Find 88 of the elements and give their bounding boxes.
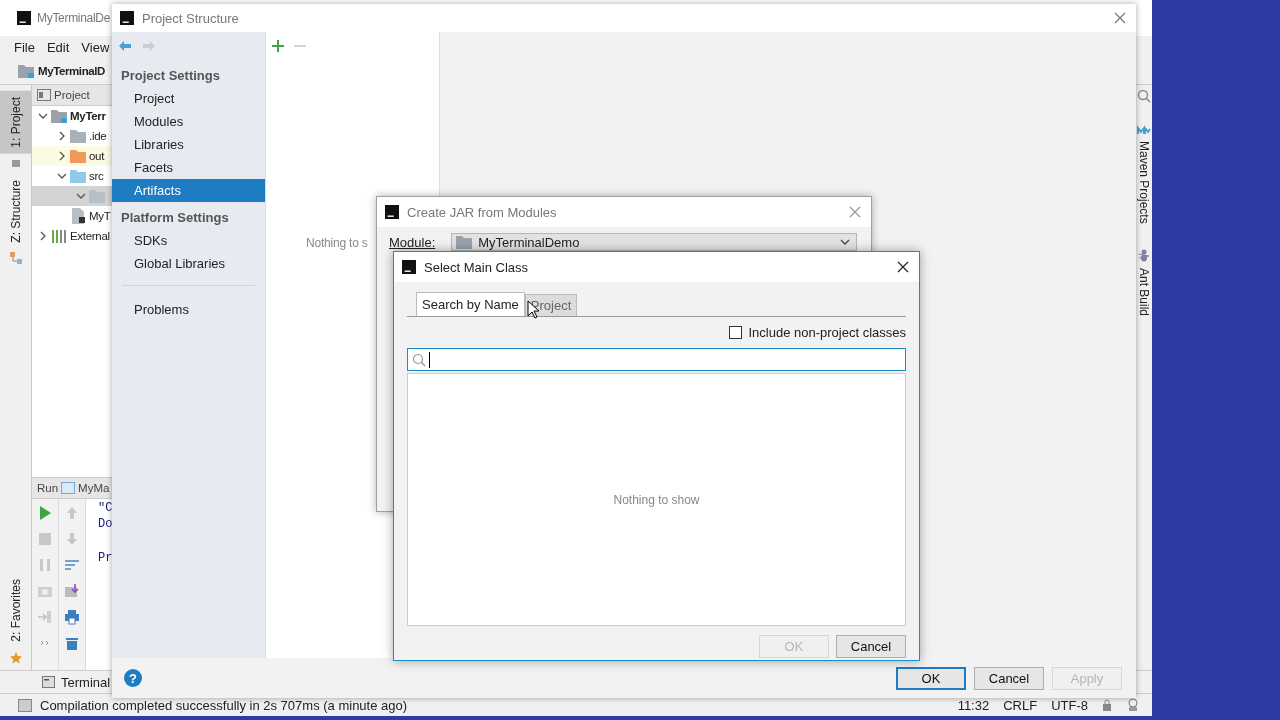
app-logo-icon — [385, 205, 399, 219]
sidebar-item[interactable]: Global Libraries — [112, 252, 265, 275]
project-view-icon — [37, 89, 51, 101]
print-icon[interactable] — [64, 609, 80, 625]
ant-icon — [1138, 247, 1150, 262]
tree-row[interactable]: .ide — [32, 126, 112, 146]
inspector-icon[interactable] — [1126, 698, 1140, 712]
section-header: Project Settings — [120, 67, 221, 85]
run-icon[interactable] — [37, 505, 53, 521]
console-line: Do — [98, 517, 113, 531]
sidebar-item[interactable]: Libraries — [112, 133, 265, 156]
tab[interactable]: Search by Name — [416, 292, 525, 316]
sidebar-item[interactable]: Modules — [112, 110, 265, 133]
tool-window-tab[interactable]: Maven Projects — [1137, 141, 1151, 224]
app-logo-icon — [402, 260, 416, 274]
menu-item[interactable]: File — [10, 39, 39, 55]
sidebar-item[interactable]: SDKs — [112, 229, 265, 252]
tree-label: MyT — [89, 210, 111, 222]
terminal-icon — [42, 676, 55, 688]
tool-window-tab[interactable]: 1: Project — [0, 91, 31, 154]
empty-message: Nothing to s — [306, 236, 368, 250]
line-separator[interactable]: CRLF — [1003, 697, 1038, 713]
module-dropdown[interactable]: MyTerminalDemo — [451, 233, 857, 251]
text-cursor — [429, 351, 430, 368]
caret-position[interactable]: 11:32 — [957, 697, 990, 713]
window-icon — [61, 482, 76, 494]
search-field[interactable] — [407, 348, 906, 371]
console-line: "C — [98, 501, 113, 515]
chevron-icon[interactable] — [38, 231, 48, 241]
tool-window-tab[interactable]: Terminal — [61, 674, 111, 690]
checkbox[interactable] — [729, 325, 743, 339]
exit-icon[interactable] — [37, 609, 53, 625]
field-label: Module: — [389, 234, 436, 250]
help-button[interactable]: ? — [124, 669, 142, 687]
tree-label: out — [89, 150, 105, 162]
status-message: Compilation completed successfully in 2s 707ms (a minute ago) — [40, 697, 408, 713]
tree-row[interactable]: External — [32, 226, 112, 246]
dialog-title: Create JAR from Modules — [407, 204, 557, 220]
window-title: MyTerminalDe — [37, 11, 111, 25]
panel-title: Project — [54, 89, 90, 101]
console-line: Pr — [98, 551, 113, 565]
tree-label: MyTerr — [70, 110, 106, 122]
breadcrumb[interactable]: MyTerminalD — [38, 65, 105, 77]
add-icon[interactable] — [272, 40, 284, 52]
star-icon — [9, 652, 22, 664]
tree-row[interactable]: MyT — [32, 206, 112, 226]
tree-label: .ide — [89, 130, 107, 142]
status-toggle-icon[interactable] — [18, 698, 32, 712]
tree-row[interactable]: src — [32, 166, 112, 186]
dialog-title: Select Main Class — [424, 259, 529, 275]
app-logo-icon — [120, 11, 134, 25]
sidebar-item[interactable]: Artifacts — [112, 179, 265, 202]
module-icon — [18, 64, 34, 78]
dialog-button[interactable]: Cancel — [836, 635, 906, 658]
tool-window-tab[interactable]: Z: Structure — [0, 173, 31, 249]
library-icon — [51, 229, 67, 243]
run-config-tab[interactable]: MyMa — [78, 482, 110, 494]
search-icon[interactable] — [1137, 89, 1151, 103]
dialog-button[interactable]: Cancel — [974, 666, 1044, 690]
sidebar-item[interactable]: Facets — [112, 156, 265, 179]
section-header: Platform Settings — [120, 209, 230, 227]
menu-item[interactable]: View — [77, 39, 114, 55]
sidebar-item[interactable]: Problems — [112, 298, 265, 321]
file-icon — [70, 208, 86, 224]
checkbox-label: Include non-project classes — [748, 324, 906, 340]
sidebar-item[interactable]: Project — [112, 87, 265, 110]
lock-icon[interactable] — [1102, 699, 1112, 711]
tool-window-tab[interactable]: 2: Favorites — [0, 573, 31, 648]
import-icon[interactable] — [64, 583, 80, 599]
menu-item[interactable]: Edit — [42, 39, 74, 55]
file-encoding[interactable]: UTF-8 — [1051, 697, 1088, 713]
tree-row[interactable]: MyTerr — [32, 106, 112, 126]
panel-title: Run — [37, 482, 59, 494]
tree-row[interactable]: out — [32, 146, 112, 166]
close-icon[interactable] — [897, 261, 909, 273]
tree-label: External — [70, 230, 110, 242]
empty-message: Nothing to show — [613, 492, 700, 507]
dialog-title: Project Structure — [142, 10, 239, 26]
search-icon — [412, 352, 426, 367]
structure-icon — [9, 252, 22, 265]
maven-icon — [1137, 125, 1151, 135]
back-arrow-icon[interactable] — [118, 40, 132, 52]
app-logo-icon — [17, 11, 31, 25]
wrap-icon[interactable] — [64, 557, 80, 573]
tree-label: src — [89, 170, 104, 182]
dialog-button[interactable]: OK — [896, 666, 966, 690]
tool-window-tab[interactable]: Ant Build — [1137, 267, 1151, 316]
trash-icon[interactable] — [64, 635, 80, 651]
